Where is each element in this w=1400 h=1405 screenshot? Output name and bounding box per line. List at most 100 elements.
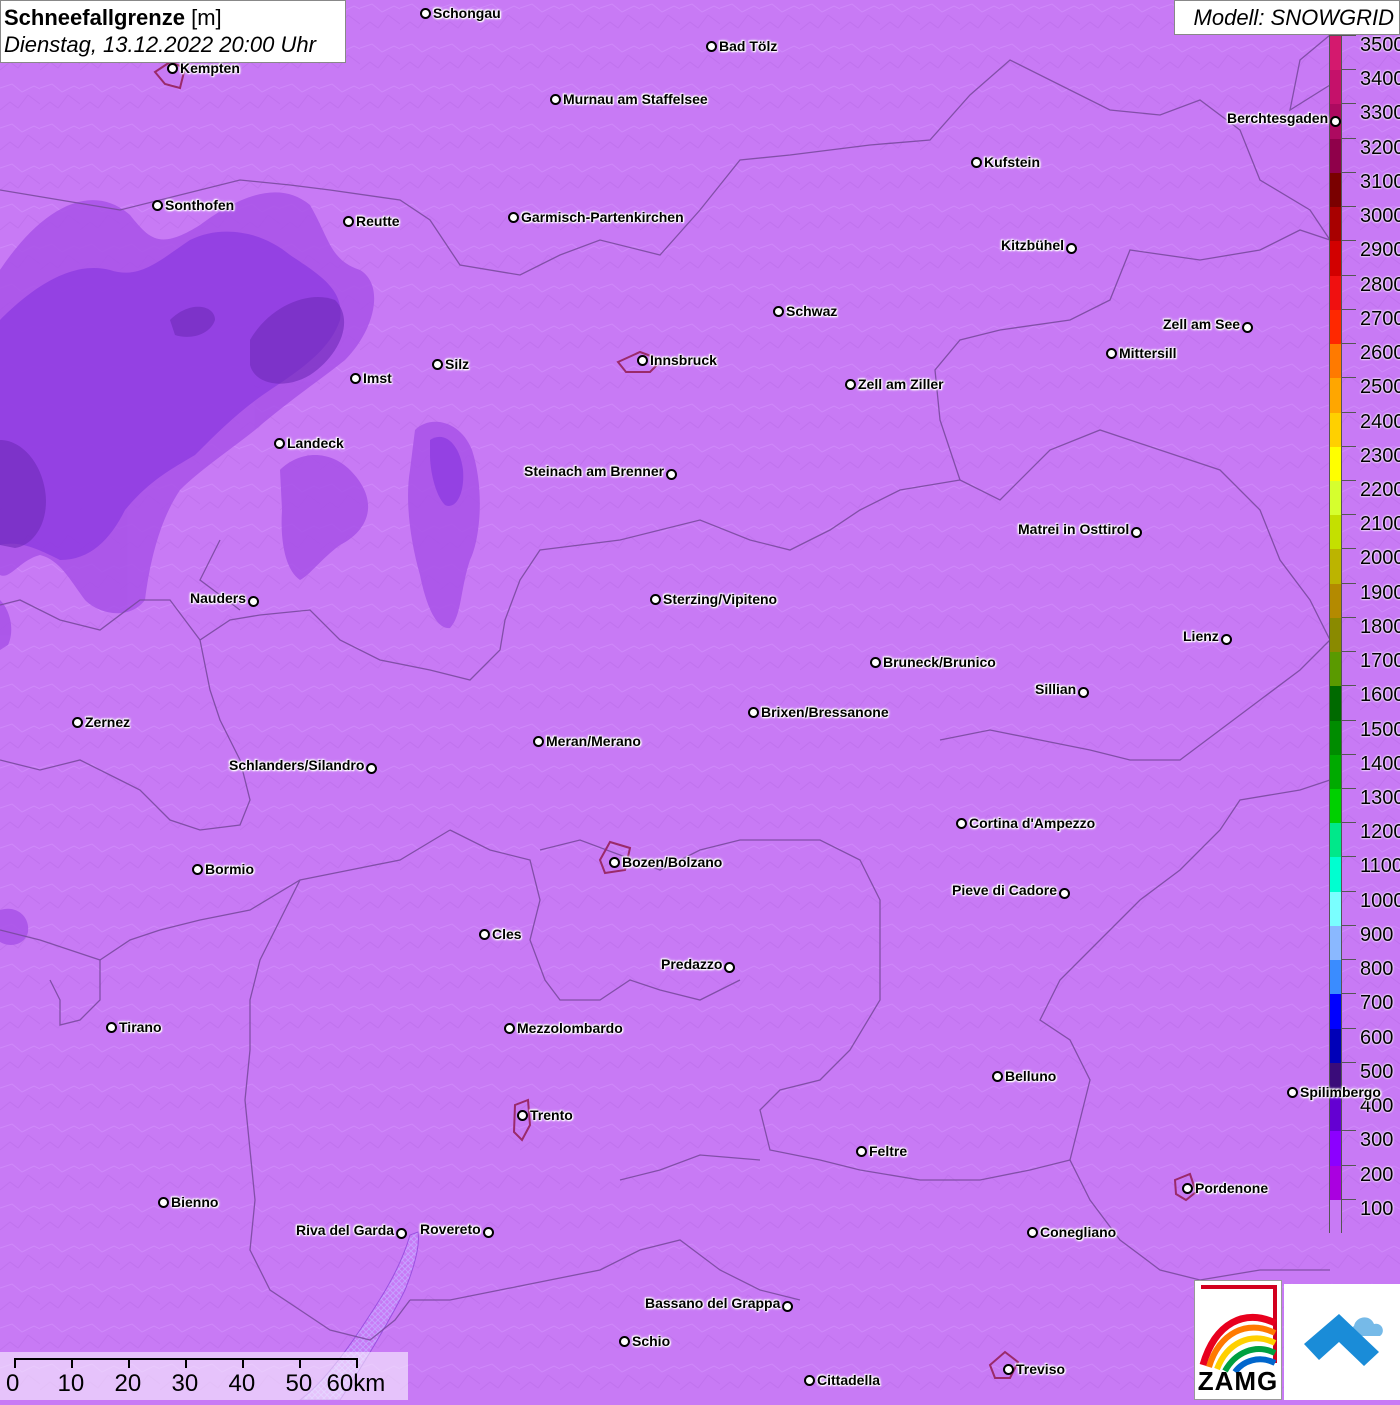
city-marker[interactable] xyxy=(845,379,856,390)
city-marker[interactable] xyxy=(504,1023,515,1034)
city-label[interactable]: Steinach am Brenner xyxy=(524,463,664,479)
city-label[interactable]: Schlanders/Silandro xyxy=(229,757,364,773)
city-label[interactable]: Zell am Ziller xyxy=(858,376,944,392)
city-marker[interactable] xyxy=(971,157,982,168)
city-marker[interactable] xyxy=(420,8,431,19)
city-label[interactable]: Zernez xyxy=(85,714,130,730)
city-marker[interactable] xyxy=(748,707,759,718)
city-marker[interactable] xyxy=(366,763,377,774)
city-marker[interactable] xyxy=(706,41,717,52)
city-marker[interactable] xyxy=(856,1146,867,1157)
city-label[interactable]: Bienno xyxy=(171,1194,218,1210)
city-label[interactable]: Rovereto xyxy=(420,1221,481,1237)
city-marker[interactable] xyxy=(550,94,561,105)
city-label[interactable]: Treviso xyxy=(1016,1361,1065,1377)
city-label[interactable]: Sterzing/Vipiteno xyxy=(663,591,777,607)
city-marker[interactable] xyxy=(106,1022,117,1033)
city-marker[interactable] xyxy=(724,962,735,973)
city-label[interactable]: Sillian xyxy=(1035,681,1076,697)
city-label[interactable]: Cles xyxy=(492,926,522,942)
city-label[interactable]: Mittersill xyxy=(1119,345,1177,361)
city-marker[interactable] xyxy=(619,1336,630,1347)
city-marker[interactable] xyxy=(782,1301,793,1312)
city-marker[interactable] xyxy=(1106,348,1117,359)
city-label[interactable]: Lienz xyxy=(1183,628,1219,644)
city-marker[interactable] xyxy=(508,212,519,223)
city-marker[interactable] xyxy=(152,200,163,211)
city-marker[interactable] xyxy=(666,469,677,480)
city-label[interactable]: Kufstein xyxy=(984,154,1040,170)
city-marker[interactable] xyxy=(350,373,361,384)
city-marker[interactable] xyxy=(1182,1183,1193,1194)
city-label[interactable]: Sonthofen xyxy=(165,197,234,213)
city-label[interactable]: Murnau am Staffelsee xyxy=(563,91,708,107)
city-label[interactable]: Conegliano xyxy=(1040,1224,1116,1240)
city-marker[interactable] xyxy=(1330,116,1341,127)
city-marker[interactable] xyxy=(1221,634,1232,645)
city-label[interactable]: Riva del Garda xyxy=(296,1222,394,1238)
city-label[interactable]: Bruneck/Brunico xyxy=(883,654,996,670)
city-marker[interactable] xyxy=(992,1071,1003,1082)
city-marker[interactable] xyxy=(192,864,203,875)
city-marker[interactable] xyxy=(167,63,178,74)
city-marker[interactable] xyxy=(479,929,490,940)
city-label[interactable]: Pordenone xyxy=(1195,1180,1268,1196)
city-marker[interactable] xyxy=(956,818,967,829)
city-marker[interactable] xyxy=(773,306,784,317)
city-label[interactable]: Bassano del Grappa xyxy=(645,1295,780,1311)
city-label[interactable]: Schio xyxy=(632,1333,670,1349)
city-label[interactable]: Meran/Merano xyxy=(546,733,641,749)
city-label[interactable]: Mezzolombardo xyxy=(517,1020,623,1036)
city-marker[interactable] xyxy=(1066,243,1077,254)
city-marker[interactable] xyxy=(517,1110,528,1121)
city-label[interactable]: Brixen/Bressanone xyxy=(761,704,889,720)
city-label[interactable]: Nauders xyxy=(190,590,246,606)
city-label[interactable]: Spilimbergo xyxy=(1300,1084,1381,1100)
city-marker[interactable] xyxy=(343,216,354,227)
city-label[interactable]: Imst xyxy=(363,370,392,386)
city-label[interactable]: Tirano xyxy=(119,1019,162,1035)
city-marker[interactable] xyxy=(1078,687,1089,698)
city-marker[interactable] xyxy=(1131,527,1142,538)
city-label[interactable]: Predazzo xyxy=(661,956,722,972)
city-marker[interactable] xyxy=(483,1227,494,1238)
city-label[interactable]: Bozen/Bolzano xyxy=(622,854,722,870)
city-label[interactable]: Zell am See xyxy=(1163,316,1240,332)
city-marker[interactable] xyxy=(609,857,620,868)
city-label[interactable]: Schongau xyxy=(433,5,501,21)
city-marker[interactable] xyxy=(396,1228,407,1239)
city-marker[interactable] xyxy=(1059,888,1070,899)
city-label[interactable]: Trento xyxy=(530,1107,573,1123)
city-marker[interactable] xyxy=(274,438,285,449)
city-marker[interactable] xyxy=(1287,1087,1298,1098)
city-marker[interactable] xyxy=(637,355,648,366)
city-label[interactable]: Bormio xyxy=(205,861,254,877)
city-label[interactable]: Matrei in Osttirol xyxy=(1018,521,1129,537)
city-label[interactable]: Berchtesgaden xyxy=(1227,110,1328,126)
city-label[interactable]: Innsbruck xyxy=(650,352,717,368)
city-label[interactable]: Schwaz xyxy=(786,303,837,319)
city-marker[interactable] xyxy=(870,657,881,668)
city-label[interactable]: Reutte xyxy=(356,213,400,229)
city-label[interactable]: Silz xyxy=(445,356,469,372)
city-label[interactable]: Kitzbühel xyxy=(1001,237,1064,253)
city-marker[interactable] xyxy=(158,1197,169,1208)
city-label[interactable]: Belluno xyxy=(1005,1068,1056,1084)
city-label[interactable]: Cittadella xyxy=(817,1372,880,1388)
city-label[interactable]: Kempten xyxy=(180,60,240,76)
city-label[interactable]: Feltre xyxy=(869,1143,907,1159)
city-marker[interactable] xyxy=(432,359,443,370)
city-marker[interactable] xyxy=(1027,1227,1038,1238)
city-marker[interactable] xyxy=(248,596,259,607)
city-label[interactable]: Garmisch-Partenkirchen xyxy=(521,209,684,225)
city-marker[interactable] xyxy=(1003,1364,1014,1375)
city-marker[interactable] xyxy=(533,736,544,747)
city-label[interactable]: Cortina d'Ampezzo xyxy=(969,815,1095,831)
city-marker[interactable] xyxy=(1242,322,1253,333)
city-marker[interactable] xyxy=(72,717,83,728)
city-marker[interactable] xyxy=(650,594,661,605)
city-label[interactable]: Landeck xyxy=(287,435,344,451)
city-label[interactable]: Bad Tölz xyxy=(719,38,777,54)
city-label[interactable]: Pieve di Cadore xyxy=(952,882,1057,898)
city-marker[interactable] xyxy=(804,1375,815,1386)
